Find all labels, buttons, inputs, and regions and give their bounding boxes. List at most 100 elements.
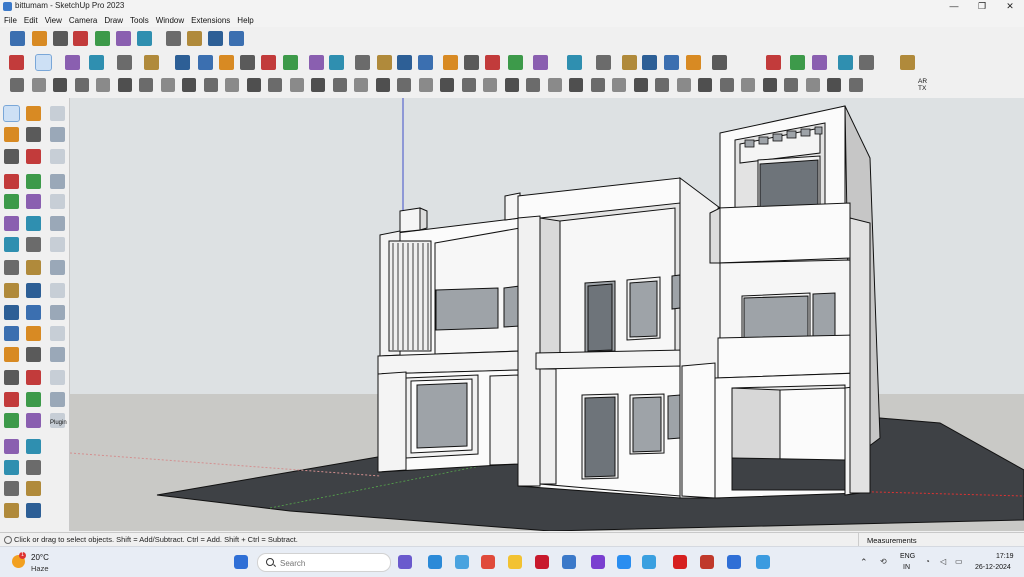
follow-me-tool-a-icon[interactable] [4,481,19,496]
arc-tool-b-icon[interactable] [26,370,41,385]
offset-icon[interactable] [283,55,298,70]
rectangle-icon[interactable] [144,55,159,70]
edge-icon[interactable] [428,555,442,569]
chrome-icon[interactable] [481,555,495,569]
extension-tool-13-icon[interactable] [50,370,65,385]
tool-icon-8[interactable] [161,78,175,92]
wifi-icon[interactable]: ◔ [925,557,930,566]
gear-icon[interactable] [712,55,727,70]
zoom-icon[interactable] [397,55,412,70]
menu-tools[interactable]: Tools [126,15,152,25]
section-plane-icon[interactable] [790,55,805,70]
tool-icon-6[interactable] [118,78,132,92]
select-tool-a-icon[interactable] [3,105,20,122]
plugin-label[interactable]: Plugin [50,420,67,426]
obs-icon[interactable] [591,555,605,569]
move-tool-a-icon[interactable] [4,413,19,428]
clock-time[interactable]: 17:19 [996,553,1014,560]
tool-icon-37[interactable] [784,78,798,92]
extension-tool-4-icon[interactable] [50,174,65,189]
ar-icon[interactable] [859,55,874,70]
tray-chevron-icon[interactable]: ⌃ [860,557,868,568]
menu-draw[interactable]: Draw [100,15,126,25]
extension-warehouse-icon[interactable] [95,31,110,46]
paint-icon[interactable] [617,555,631,569]
tool-icon-1[interactable] [10,78,24,92]
tool-icon-31[interactable] [655,78,669,92]
acrobat-icon[interactable] [535,555,549,569]
battery-icon[interactable]: ▭ [955,557,963,566]
start-icon[interactable] [234,555,248,569]
tool-icon-38[interactable] [806,78,820,92]
zoom-extents-icon[interactable] [418,55,433,70]
line-tool-b-icon[interactable] [26,237,41,252]
tape-measure-icon[interactable] [309,55,324,70]
vr-icon[interactable] [900,55,915,70]
extension-tool-2-icon[interactable] [50,127,65,142]
rectangle-tool-b-icon[interactable] [26,283,41,298]
tool-icon-20[interactable] [419,78,433,92]
region-indicator[interactable]: IN [903,564,910,571]
tool-icon-21[interactable] [440,78,454,92]
materials-icon[interactable] [32,31,47,46]
scale-tool-b-icon[interactable] [26,503,41,518]
measurements-box[interactable]: Measurements [858,533,1024,547]
menu-help[interactable]: Help [233,15,256,25]
tool-icon-24[interactable] [505,78,519,92]
ar-export-icon[interactable]: AR TX [918,78,936,92]
rotated-rect-tool-a-icon[interactable] [4,305,19,320]
sync-icon[interactable]: ⟲ [880,557,887,566]
tool-icon-22[interactable] [462,78,476,92]
follow-me-icon[interactable] [198,55,213,70]
tag-tool-a-icon[interactable] [4,194,19,209]
tool-icon-10[interactable] [204,78,218,92]
scenes-icon[interactable] [664,55,679,70]
help-icon[interactable] [229,31,244,46]
weather-temperature[interactable]: 20°C [31,553,49,562]
tool-icon-34[interactable] [720,78,734,92]
extension-tool-11-icon[interactable] [50,326,65,341]
zoom-icon[interactable] [727,555,741,569]
play-icon[interactable] [622,55,637,70]
section-fill-icon[interactable] [838,55,853,70]
scale-tool-a-icon[interactable] [4,503,19,518]
extension-tool-3-icon[interactable] [50,149,65,164]
sketchup-icon[interactable] [562,555,576,569]
components-icon[interactable] [10,31,25,46]
photos-viewer-icon[interactable] [756,555,770,569]
rotate-tool-a-icon[interactable] [4,460,19,475]
front-view-icon[interactable] [208,31,223,46]
tool-icon-36[interactable] [763,78,777,92]
tool-icon-14[interactable] [290,78,304,92]
tool-icon-17[interactable] [354,78,368,92]
tool-icon-4[interactable] [75,78,89,92]
menu-extensions[interactable]: Extensions [187,15,233,25]
freehand-tool-a-icon[interactable] [4,260,19,275]
extension-tool-5-icon[interactable] [50,194,65,209]
eraser-a-icon[interactable] [4,174,19,189]
copilot-icon[interactable] [398,555,412,569]
warehouse-icon[interactable] [73,31,88,46]
rectangle-tool-a-icon[interactable] [4,283,19,298]
tool-icon-23[interactable] [483,78,497,92]
taskbar-search[interactable] [257,553,391,572]
model-viewport[interactable] [70,98,1024,531]
menu-file[interactable]: File [0,15,20,25]
move-tool-b-icon[interactable] [26,413,41,428]
orbit-icon[interactable] [355,55,370,70]
push-pull-icon[interactable] [175,55,190,70]
push-pull-tool-a-icon[interactable] [4,439,19,454]
extension-tool-10-icon[interactable] [50,305,65,320]
tool-icon-30[interactable] [634,78,648,92]
layers-icon[interactable] [443,55,458,70]
push-pull-tool-b-icon[interactable] [26,439,41,454]
file-explorer-icon[interactable] [508,555,522,569]
top-view-icon[interactable] [187,31,202,46]
extension-tool-14-icon[interactable] [50,392,65,407]
tool-icon-11[interactable] [225,78,239,92]
tool-icon-13[interactable] [268,78,282,92]
paint-bucket-b-icon[interactable] [26,149,41,164]
make-component-b-icon[interactable] [26,127,41,142]
tool-icon-32[interactable] [677,78,691,92]
paint-bucket-a-icon[interactable] [4,149,19,164]
